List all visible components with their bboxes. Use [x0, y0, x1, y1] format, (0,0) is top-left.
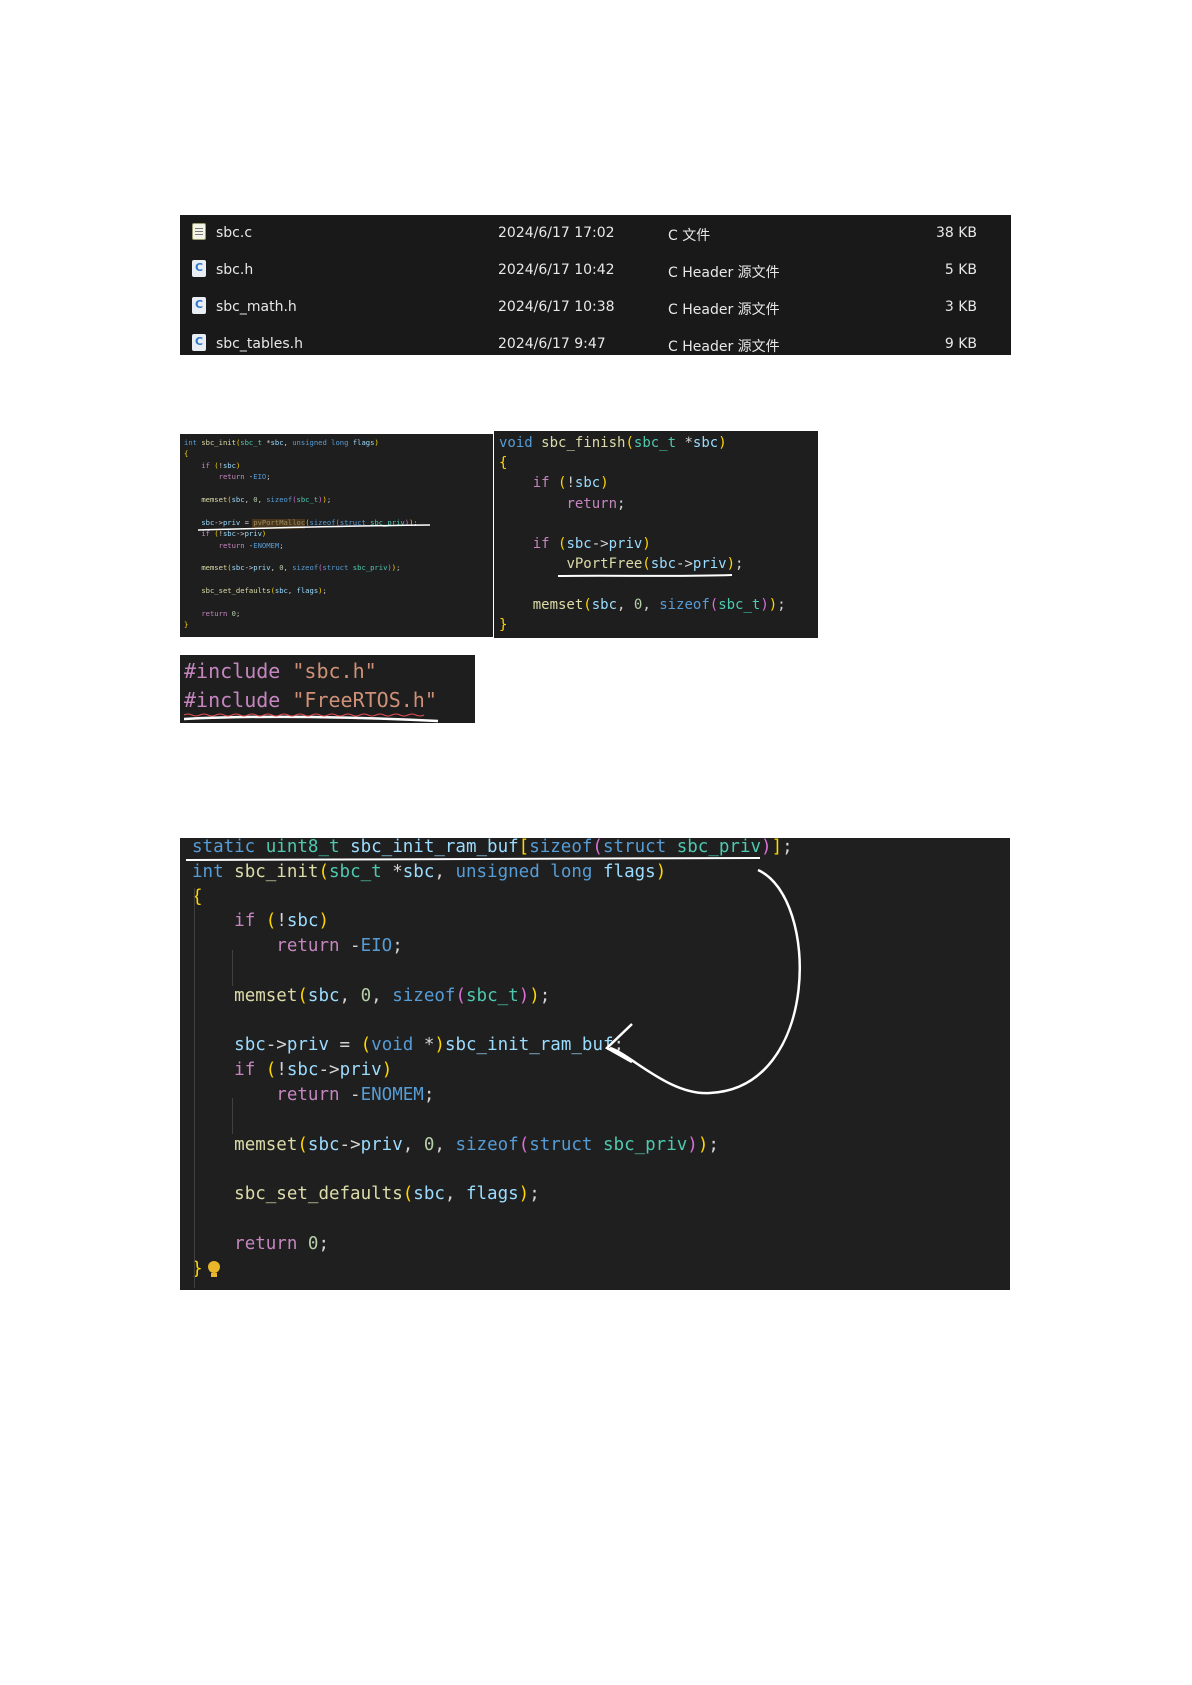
file-list: sbc.c2024/6/17 17:02C 文件38 KBsbc.h2024/6… [180, 215, 1011, 355]
file-name: sbc_tables.h [216, 336, 303, 352]
file-row[interactable]: sbc_tables.h2024/6/17 9:47C Header 源文件9 … [180, 326, 1011, 355]
code-snippet-sbc-init-static-buffer: static uint8_t sbc_init_ram_buf[sizeof(s… [180, 838, 1010, 1290]
underline-mark [557, 574, 733, 577]
file-name: sbc_math.h [216, 299, 297, 315]
code-snippet-sbc-init-malloc: int sbc_init(sbc_t *sbc, unsigned long f… [180, 434, 493, 637]
file-size: 9 KB [944, 336, 977, 352]
annotation-layer [185, 857, 801, 1277]
arrow-head [604, 1023, 633, 1064]
file-name: sbc.h [216, 262, 254, 278]
annotation-layer [557, 574, 733, 577]
code-snippet-includes: #include "sbc.h" #include "FreeRTOS.h" [180, 655, 475, 723]
annotation-layer [197, 519, 431, 531]
arrow-curve [609, 868, 801, 1095]
underline-mark [185, 857, 761, 861]
c-header-file-icon [192, 260, 206, 277]
file-row[interactable]: sbc.h2024/6/17 10:42C Header 源文件5 KB [180, 252, 1011, 288]
underline-mark [183, 715, 439, 723]
underline-mark [197, 524, 431, 531]
c-header-file-icon [192, 334, 206, 351]
annotation-layer [183, 713, 439, 723]
c-source-file-icon [192, 223, 206, 240]
file-size: 3 KB [944, 299, 977, 315]
file-size: 5 KB [944, 262, 977, 278]
c-header-file-icon [192, 297, 206, 314]
file-row[interactable]: sbc.c 2024/6/17 17:02 C 文件 38 KB [180, 215, 1011, 251]
file-row[interactable]: sbc_math.h2024/6/17 10:38C Header 源文件3 K… [180, 289, 1011, 325]
lightbulb-icon [208, 1261, 220, 1277]
code-snippet-sbc-finish: void sbc_finish(sbc_t *sbc){ if (!sbc) r… [494, 431, 818, 638]
file-name: sbc.c [216, 225, 253, 241]
file-size: 38 KB [935, 225, 977, 241]
